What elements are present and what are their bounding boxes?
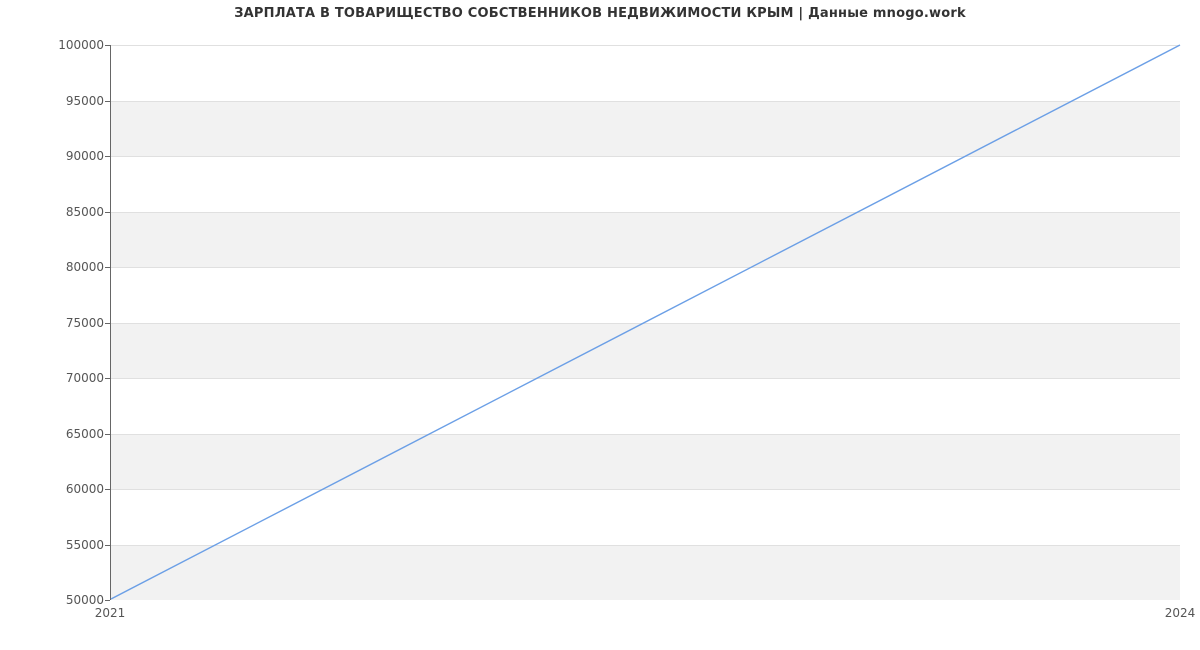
x-tick-label: 2021 — [95, 606, 126, 620]
x-tick-label: 2024 — [1165, 606, 1196, 620]
line-series — [111, 45, 1180, 599]
y-tick-label: 85000 — [66, 205, 104, 219]
y-axis-labels: 5000055000600006500070000750008000085000… — [0, 45, 104, 600]
chart-title: ЗАРПЛАТА В ТОВАРИЩЕСТВО СОБСТВЕННИКОВ НЕ… — [0, 6, 1200, 21]
y-tick-label: 60000 — [66, 482, 104, 496]
chart-container: ЗАРПЛАТА В ТОВАРИЩЕСТВО СОБСТВЕННИКОВ НЕ… — [0, 0, 1200, 650]
plot-area — [110, 45, 1180, 600]
x-axis-labels: 20212024 — [110, 606, 1180, 626]
y-tick-label: 50000 — [66, 593, 104, 607]
series-line — [111, 45, 1180, 599]
y-tick-label: 55000 — [66, 538, 104, 552]
y-tick-label: 90000 — [66, 149, 104, 163]
y-tick-label: 80000 — [66, 260, 104, 274]
y-tick-label: 65000 — [66, 427, 104, 441]
y-tick-label: 70000 — [66, 371, 104, 385]
y-tick-label: 95000 — [66, 94, 104, 108]
y-tick-label: 100000 — [58, 38, 104, 52]
y-tick-label: 75000 — [66, 316, 104, 330]
